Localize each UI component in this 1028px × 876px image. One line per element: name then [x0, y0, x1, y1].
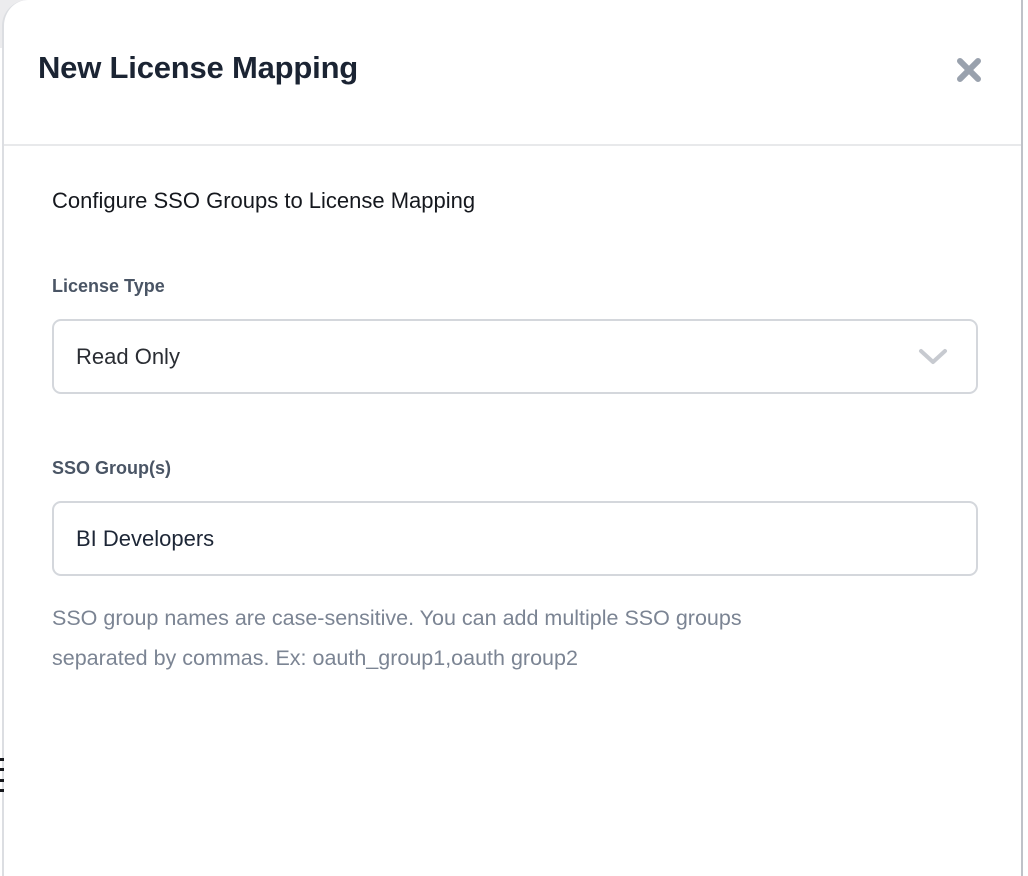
license-type-selected-value: Read Only — [76, 344, 180, 370]
new-license-mapping-dialog: New License Mapping Configure SSO Groups… — [2, 0, 1023, 876]
dialog-header: New License Mapping — [4, 0, 1021, 146]
license-type-label: License Type — [52, 276, 973, 297]
help-text-line1: SSO group names are case-sensitive. You … — [52, 598, 952, 638]
license-type-select[interactable]: Read Only — [52, 319, 978, 394]
close-icon — [954, 55, 984, 85]
sso-groups-help-text: SSO group names are case-sensitive. You … — [52, 598, 952, 678]
dialog-title: New License Mapping — [38, 50, 358, 86]
sso-groups-label: SSO Group(s) — [52, 458, 973, 479]
close-button[interactable] — [953, 54, 985, 86]
chevron-down-icon — [918, 348, 948, 366]
dialog-body: Configure SSO Groups to License Mapping … — [4, 146, 1021, 678]
help-text-line2: separated by commas. Ex: oauth_group1,oa… — [52, 638, 952, 678]
sso-groups-input[interactable] — [52, 501, 978, 576]
dialog-description: Configure SSO Groups to License Mapping — [52, 188, 973, 214]
page-edge-list-icon — [0, 758, 4, 792]
